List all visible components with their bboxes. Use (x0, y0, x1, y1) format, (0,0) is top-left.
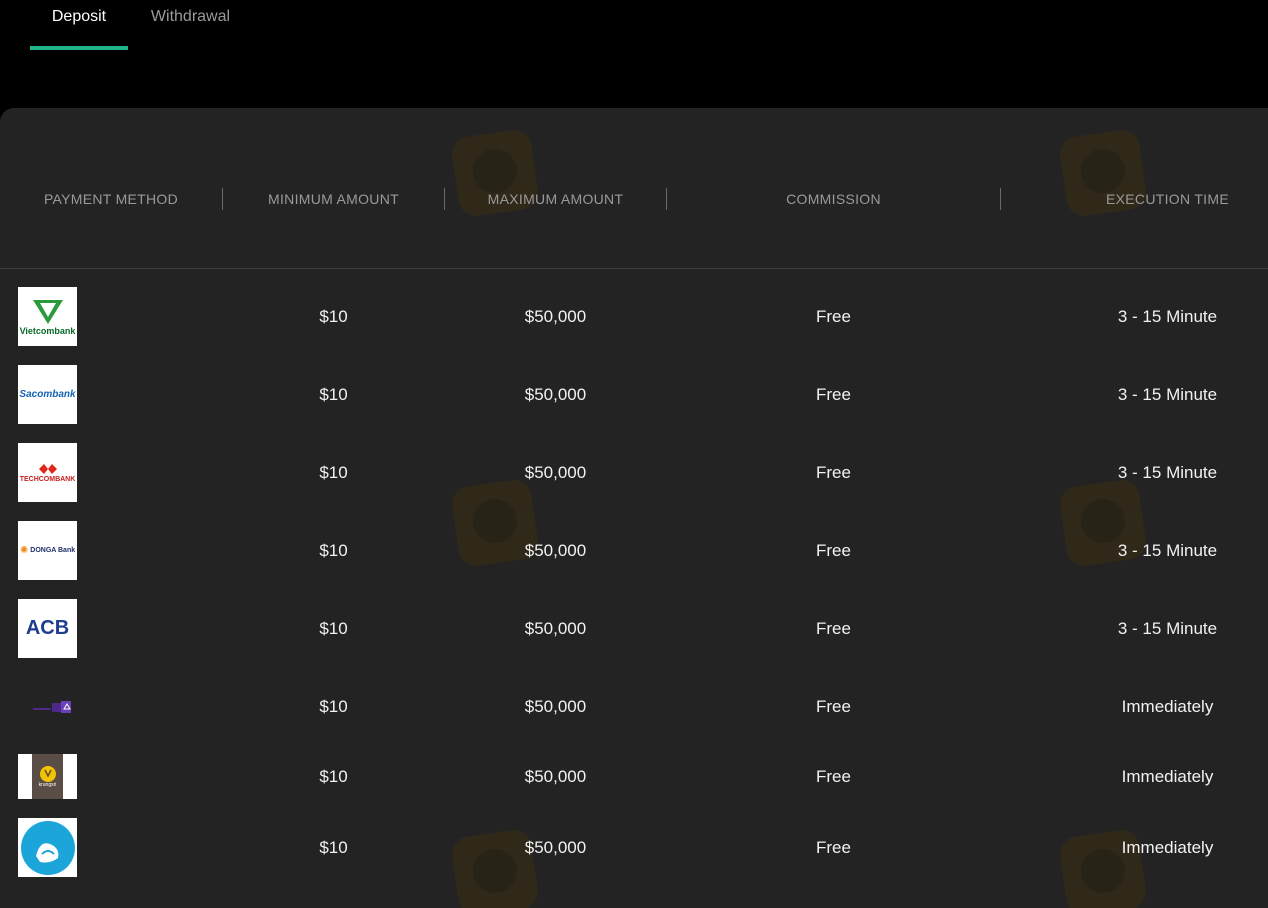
scb-logo (18, 677, 77, 736)
min-amount: $10 (319, 307, 348, 326)
table-header: PAYMENT METHOD MINIMUM AMOUNT MAXIMUM AM… (0, 108, 1268, 269)
execution-time: 3 - 15 Minute (1117, 463, 1218, 482)
min-amount: $10 (319, 463, 348, 482)
acb-logo: ACB (18, 599, 77, 658)
commission: Free (816, 307, 851, 326)
execution-time: 3 - 15 Minute (1117, 307, 1218, 326)
commission: Free (816, 767, 851, 786)
logo-text: krungsri (38, 781, 57, 788)
max-amount: $50,000 (524, 307, 587, 326)
max-amount: $50,000 (524, 385, 587, 404)
header-minimum-amount: MINIMUM AMOUNT (268, 191, 399, 207)
logo-text: ACB (25, 617, 70, 639)
execution-time: Immediately (1121, 697, 1214, 716)
header-payment-method: PAYMENT METHOD (43, 191, 179, 207)
table-row: krungsri $10 $50,000 Free Immediately (0, 742, 1268, 812)
min-amount: $10 (319, 541, 348, 560)
logo-text: Vietcombank (19, 325, 76, 336)
header-commission: COMMISSION (786, 191, 881, 207)
max-amount: $50,000 (524, 838, 587, 857)
execution-time: 3 - 15 Minute (1117, 541, 1218, 560)
execution-time: Immediately (1121, 767, 1214, 786)
execution-time: 3 - 15 Minute (1117, 619, 1218, 638)
donga-bank-logo: ✺ DONGA Bank (18, 521, 77, 580)
table-row: ACB $10 $50,000 Free 3 - 15 Minute (0, 594, 1268, 664)
max-amount: $50,000 (524, 463, 587, 482)
sacombank-logo: Sacombank (18, 365, 77, 424)
table-row: $10 $50,000 Free Immediately (0, 672, 1268, 742)
min-amount: $10 (319, 385, 348, 404)
techcombank-emblem-icon (38, 464, 57, 474)
min-amount: $10 (319, 619, 348, 638)
commission: Free (816, 697, 851, 716)
vietcombank-emblem-icon (32, 299, 63, 324)
table-row: Vietcombank $10 $50,000 Free 3 - 15 Minu… (0, 282, 1268, 352)
min-amount: $10 (319, 767, 348, 786)
execution-time: 3 - 15 Minute (1117, 385, 1218, 404)
scb-emblem-icon (32, 700, 71, 713)
commission: Free (816, 838, 851, 857)
table-row: Sacombank $10 $50,000 Free 3 - 15 Minute (0, 360, 1268, 430)
logo-text: TECHCOMBANK (19, 476, 76, 483)
min-amount: $10 (319, 838, 348, 857)
max-amount: $50,000 (524, 767, 587, 786)
max-amount: $50,000 (524, 697, 587, 716)
header-maximum-amount: MAXIMUM AMOUNT (487, 191, 624, 207)
donga-sun-icon: ✺ (19, 545, 29, 556)
max-amount: $50,000 (524, 541, 587, 560)
logo-text: DONGA Bank (30, 547, 76, 554)
payment-methods-panel: PAYMENT METHOD MINIMUM AMOUNT MAXIMUM AM… (0, 108, 1268, 908)
max-amount: $50,000 (524, 619, 587, 638)
table-row: ✺ DONGA Bank $10 $50,000 Free 3 - 15 Min… (0, 516, 1268, 586)
tab-bar: Deposit Withdrawal (30, 0, 253, 50)
logo-text: Sacombank (19, 389, 76, 400)
krungthai-emblem-icon (20, 820, 75, 875)
commission: Free (816, 541, 851, 560)
execution-time: Immediately (1121, 838, 1214, 857)
header-execution-time: EXECUTION TIME (1106, 191, 1229, 207)
commission: Free (816, 385, 851, 404)
techcombank-logo: TECHCOMBANK (18, 443, 77, 502)
commission: Free (816, 463, 851, 482)
commission: Free (816, 619, 851, 638)
tab-deposit[interactable]: Deposit (30, 0, 128, 50)
vietcombank-logo: Vietcombank (18, 287, 77, 346)
krungsri-logo: krungsri (18, 754, 77, 799)
min-amount: $10 (319, 697, 348, 716)
krungsri-emblem-icon: krungsri (32, 754, 63, 799)
table-row: $10 $50,000 Free Immediately (0, 813, 1268, 883)
krungthai-logo (18, 818, 77, 877)
tab-withdrawal[interactable]: Withdrawal (128, 0, 253, 50)
table-row: TECHCOMBANK $10 $50,000 Free 3 - 15 Minu… (0, 438, 1268, 508)
